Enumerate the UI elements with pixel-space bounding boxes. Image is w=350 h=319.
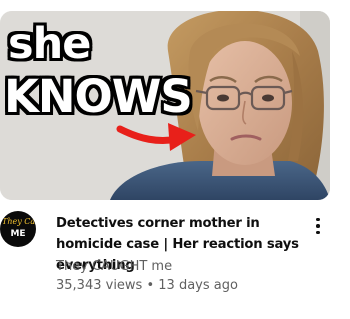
- avatar-text-line2: ME: [10, 229, 26, 239]
- metadata-separator: •: [146, 278, 155, 293]
- thumbnail-overlay-knows: KNOWS: [4, 70, 193, 123]
- upload-age: 13 days ago: [158, 278, 238, 293]
- kebab-dot: [316, 230, 320, 235]
- video-card[interactable]: she KNOWS They Caught ME Detectives corn…: [0, 0, 350, 319]
- kebab-dot: [316, 217, 320, 222]
- thumbnail-overlay-she: she: [8, 19, 91, 69]
- kebab-dot: [316, 224, 320, 228]
- video-metadata: 35,343 views • 13 days ago: [56, 277, 238, 295]
- channel-name[interactable]: They CAUGHT me: [56, 258, 172, 276]
- channel-avatar[interactable]: They Caught ME: [0, 211, 36, 247]
- view-count: 35,343 views: [56, 278, 143, 293]
- video-thumbnail[interactable]: she KNOWS: [0, 11, 330, 200]
- more-vert-icon[interactable]: [306, 212, 330, 240]
- avatar-text-line1: They Caught: [2, 217, 36, 226]
